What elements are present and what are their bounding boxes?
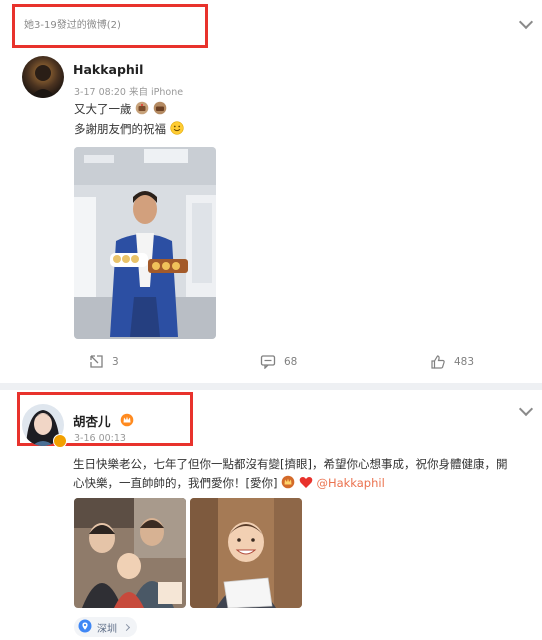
comment-button[interactable]: 68 [260, 354, 297, 369]
location-label: 深圳 [97, 623, 117, 635]
post-text: 心快樂，一直帥帥的，我們愛你！[愛你] [73, 476, 278, 490]
crown-emoji-icon [281, 475, 295, 492]
post-meta: 3-17 08:20 来自 iPhone [74, 87, 184, 98]
chevron-down-icon[interactable] [518, 14, 534, 30]
like-count: 483 [454, 356, 475, 368]
post-photo[interactable] [74, 147, 216, 339]
repost-count: 3 [112, 355, 119, 368]
location-tag[interactable]: 深圳 [74, 617, 137, 637]
post-meta: 3-16 00:13 [74, 433, 126, 444]
mention-link[interactable]: @Hakkaphil [316, 476, 384, 490]
chevron-right-icon [122, 623, 131, 631]
repost-button[interactable]: 3 [89, 354, 119, 369]
post-text-line-1: 又大了一歲 [74, 101, 167, 118]
cake-emoji-icon [135, 101, 149, 118]
heart-emoji-icon [299, 476, 313, 492]
post-text-line-1: 生日快樂老公，七年了但你一點都沒有變[擠眼]，希望你心想事成，祝你身體健康，開 [73, 457, 508, 471]
username[interactable]: Hakkaphil [73, 62, 143, 77]
chevron-down-icon[interactable] [518, 401, 534, 417]
like-button[interactable]: 483 [430, 354, 474, 370]
comment-icon [260, 354, 276, 369]
thumbs-up-icon [430, 354, 446, 370]
smile-emoji-icon [170, 121, 184, 138]
avatar[interactable] [22, 56, 64, 98]
username[interactable]: 胡杏儿 [73, 411, 111, 430]
repost-icon [89, 354, 104, 369]
comment-count: 68 [284, 355, 298, 368]
post-card-1: 她3-19發过的微博(2) Hakkaphil 3-17 08:20 来自 iP… [0, 0, 542, 383]
post-text-line-2: 心快樂，一直帥帥的，我們愛你！[愛你] @Hakkaphil [73, 475, 385, 492]
group-header: 她3-19發过的微博(2) [24, 20, 121, 31]
post-text: 多謝朋友們的祝福 [74, 122, 166, 136]
location-pin-icon [78, 619, 92, 636]
verified-badge-icon [53, 434, 67, 448]
post-photo-2[interactable] [190, 498, 302, 608]
cake-emoji-icon [153, 101, 167, 118]
post-photo-1[interactable] [74, 498, 186, 608]
vip-crown-icon [120, 412, 134, 431]
post-text: 又大了一歲 [74, 102, 132, 116]
post-text-line-2: 多謝朋友們的祝福 [74, 121, 184, 138]
